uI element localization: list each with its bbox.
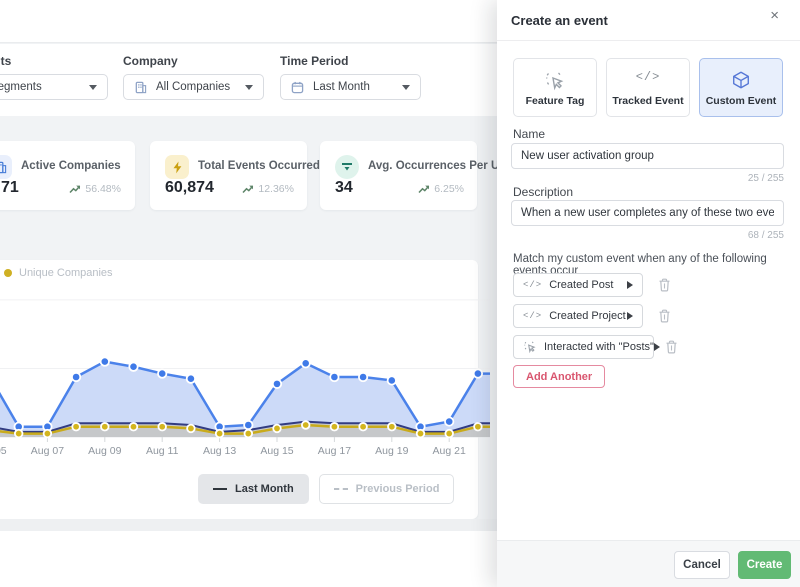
trend-up-icon: [242, 184, 254, 194]
company-dropdown-value: All Companies: [156, 81, 237, 93]
magic-cursor-icon: [514, 70, 596, 92]
company-filter: Company All Companies: [123, 54, 264, 100]
name-field[interactable]: [511, 143, 784, 169]
average-icon: [335, 155, 359, 179]
stat-value: 71: [1, 179, 19, 197]
svg-text:Aug 11: Aug 11: [146, 445, 179, 457]
event-row-interacted-posts[interactable]: Interacted with "Posts": [513, 335, 654, 359]
last-month-toggle[interactable]: Last Month: [198, 474, 309, 504]
stat-trend: 6.25%: [418, 183, 464, 195]
svg-text:Aug 07: Aug 07: [31, 445, 64, 457]
segments-dropdown-value: All Segments: [0, 81, 81, 93]
type-card-tracked-event[interactable]: </> Tracked Event: [606, 58, 690, 117]
stat-label: Avg. Occurrences Per User: [368, 160, 517, 172]
code-icon: </>: [523, 311, 542, 321]
panel-title: Create an event: [511, 13, 608, 28]
section-divider: [0, 519, 497, 531]
building-icon: [134, 81, 147, 94]
panel-divider: [497, 40, 800, 41]
name-label: Name: [513, 127, 545, 141]
description-field[interactable]: [511, 200, 784, 226]
stat-card-total-events: Total Events Occurred 60,874 12.36%: [150, 141, 307, 210]
create-button[interactable]: Create: [738, 551, 791, 579]
building-icon: [0, 155, 12, 179]
svg-text:Aug 05: Aug 05: [0, 445, 7, 457]
svg-text:Aug 17: Aug 17: [318, 445, 351, 457]
segments-filter-label: Segments: [0, 54, 108, 68]
trash-icon[interactable]: [665, 340, 678, 354]
event-row-label: Created Post: [549, 279, 613, 291]
trash-icon[interactable]: [658, 278, 671, 292]
svg-text:Aug 15: Aug 15: [260, 445, 293, 457]
name-counter: 25 / 255: [748, 173, 784, 184]
event-row-label: Created Project: [549, 310, 625, 322]
chevron-down-icon: [89, 85, 97, 90]
close-icon[interactable]: ×: [770, 8, 779, 23]
caret-right-icon: [627, 281, 633, 289]
code-icon: </>: [523, 280, 542, 290]
stat-label: Total Events Occurred: [198, 160, 320, 172]
time-period-filter: Time Period Last Month: [280, 54, 421, 100]
company-filter-label: Company: [123, 54, 264, 68]
bottom-card: [0, 531, 497, 587]
segments-filter: Segments All Segments: [0, 54, 108, 100]
time-period-filter-label: Time Period: [280, 54, 421, 68]
panel-footer: Cancel Create: [497, 540, 800, 587]
description-counter: 68 / 255: [748, 230, 784, 241]
stat-trend: 56.48%: [69, 183, 121, 195]
create-event-panel: Create an event × Feature Tag </> Tracke…: [497, 0, 800, 587]
code-icon: </>: [607, 70, 689, 84]
segments-dropdown[interactable]: All Segments: [0, 74, 108, 100]
add-another-button[interactable]: Add Another: [513, 365, 605, 388]
time-period-dropdown[interactable]: Last Month: [280, 74, 421, 100]
svg-text:Aug 13: Aug 13: [203, 445, 236, 457]
previous-period-toggle[interactable]: Previous Period: [319, 474, 455, 504]
event-row-created-project[interactable]: </> Created Project: [513, 304, 643, 328]
chart-toggle-row: Last Month Previous Period: [198, 474, 454, 504]
description-label: Description: [513, 185, 573, 199]
trend-up-icon: [418, 184, 430, 194]
caret-right-icon: [654, 343, 660, 351]
svg-text:Aug 21: Aug 21: [433, 445, 466, 457]
dashed-line-icon: [334, 488, 348, 490]
chevron-down-icon: [245, 85, 253, 90]
stat-card-avg-occurrences: Avg. Occurrences Per User 34 6.25%: [320, 141, 477, 210]
chevron-down-icon: [402, 85, 410, 90]
event-row-created-post[interactable]: </> Created Post: [513, 273, 643, 297]
cube-icon: [700, 70, 782, 90]
type-card-custom-event[interactable]: Custom Event: [699, 58, 783, 117]
lightning-icon: [165, 155, 189, 179]
stat-value: 60,874: [165, 179, 214, 197]
type-card-feature-tag[interactable]: Feature Tag: [513, 58, 597, 117]
svg-text:Aug 19: Aug 19: [375, 445, 408, 457]
company-dropdown[interactable]: All Companies: [123, 74, 264, 100]
stat-card-active-companies: Active Companies 71 56.48%: [0, 141, 135, 210]
type-card-label: Tracked Event: [612, 95, 683, 107]
trend-up-icon: [69, 184, 81, 194]
solid-line-icon: [213, 488, 227, 490]
stat-trend: 12.36%: [242, 183, 294, 195]
caret-right-icon: [627, 312, 633, 320]
stat-value: 34: [335, 179, 353, 197]
type-card-label: Custom Event: [706, 95, 777, 107]
time-period-dropdown-value: Last Month: [313, 81, 394, 93]
trash-icon[interactable]: [658, 309, 671, 323]
cancel-button[interactable]: Cancel: [674, 551, 730, 579]
event-row-label: Interacted with "Posts": [544, 341, 654, 353]
magic-cursor-icon: [523, 340, 537, 354]
type-card-label: Feature Tag: [526, 95, 585, 107]
svg-text:Aug 09: Aug 09: [88, 445, 121, 457]
calendar-icon: [291, 81, 304, 94]
stat-label: Active Companies: [21, 160, 121, 172]
